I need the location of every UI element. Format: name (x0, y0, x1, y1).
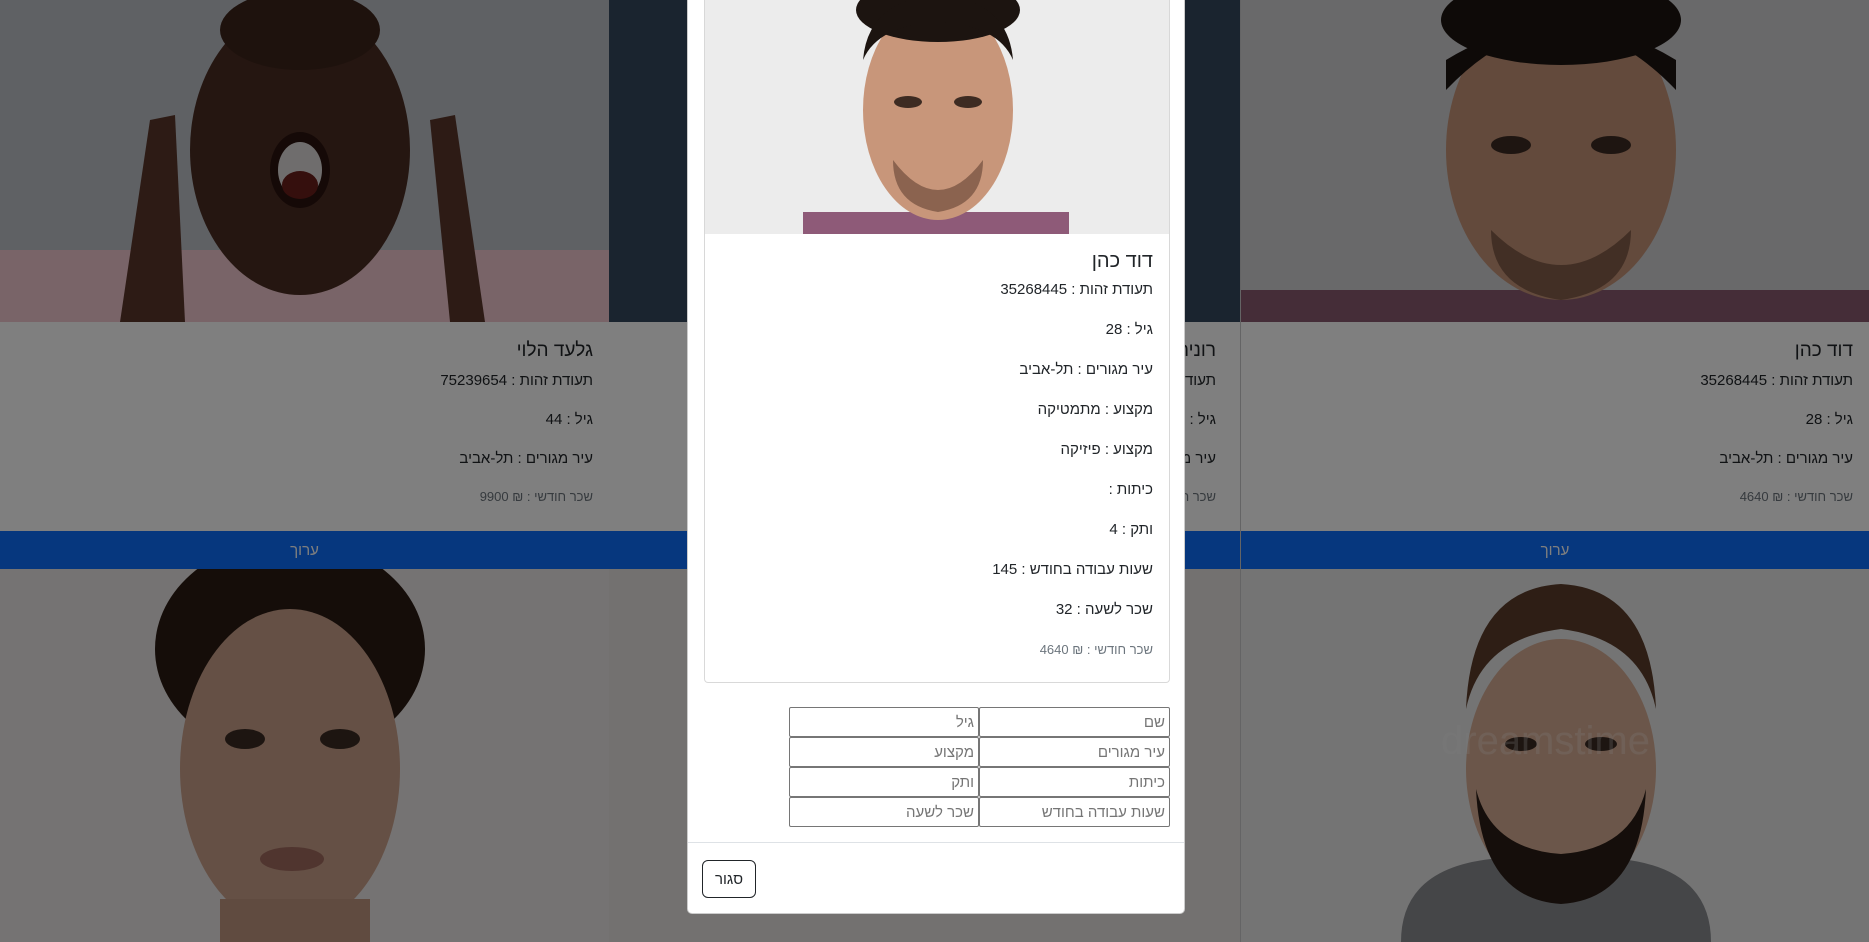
modal-employee-hours: שעות עבודה בחודש : 145 (992, 561, 1153, 578)
modal-employee-seniority: ותק : 4 (1109, 521, 1153, 538)
name-input[interactable] (979, 707, 1170, 737)
employee-modal: דוד כהן תעודת זהות : 35268445 גיל : 28 ע… (687, 0, 1185, 914)
classes-input[interactable] (979, 767, 1170, 797)
modal-employee-details: דוד כהן תעודת זהות : 35268445 גיל : 28 ע… (705, 234, 1169, 657)
modal-employee-salary: שכר חודשי : ₪ 4640 (1039, 642, 1153, 657)
modal-employee-photo (705, 0, 1169, 234)
modal-employee-card: דוד כהן תעודת זהות : 35268445 גיל : 28 ע… (704, 0, 1170, 683)
modal-employee-classes: כיתות : (1108, 481, 1153, 498)
city-input[interactable] (979, 737, 1170, 767)
age-input[interactable] (789, 707, 979, 737)
major-input[interactable] (789, 737, 979, 767)
modal-employee-hourly-rate: שכר לשעה : 32 (1055, 601, 1153, 618)
edit-form (789, 707, 1170, 827)
seniority-input[interactable] (789, 767, 979, 797)
modal-footer-divider (688, 842, 1184, 843)
hourly-rate-input[interactable] (789, 797, 979, 827)
modal-employee-id: תעודת זהות : 35268445 (1000, 281, 1153, 298)
modal-employee-age: גיל : 28 (1105, 321, 1153, 338)
modal-employee-major-1: מקצוע : מתמטיקה (1037, 401, 1153, 418)
hours-input[interactable] (979, 797, 1170, 827)
modal-employee-name: דוד כהן (1091, 250, 1153, 272)
close-button[interactable]: סגור (702, 860, 756, 898)
modal-employee-city: עיר מגורים : תל-אביב (1019, 361, 1153, 378)
modal-employee-major-2: מקצוע : פיזיקה (1060, 441, 1153, 458)
